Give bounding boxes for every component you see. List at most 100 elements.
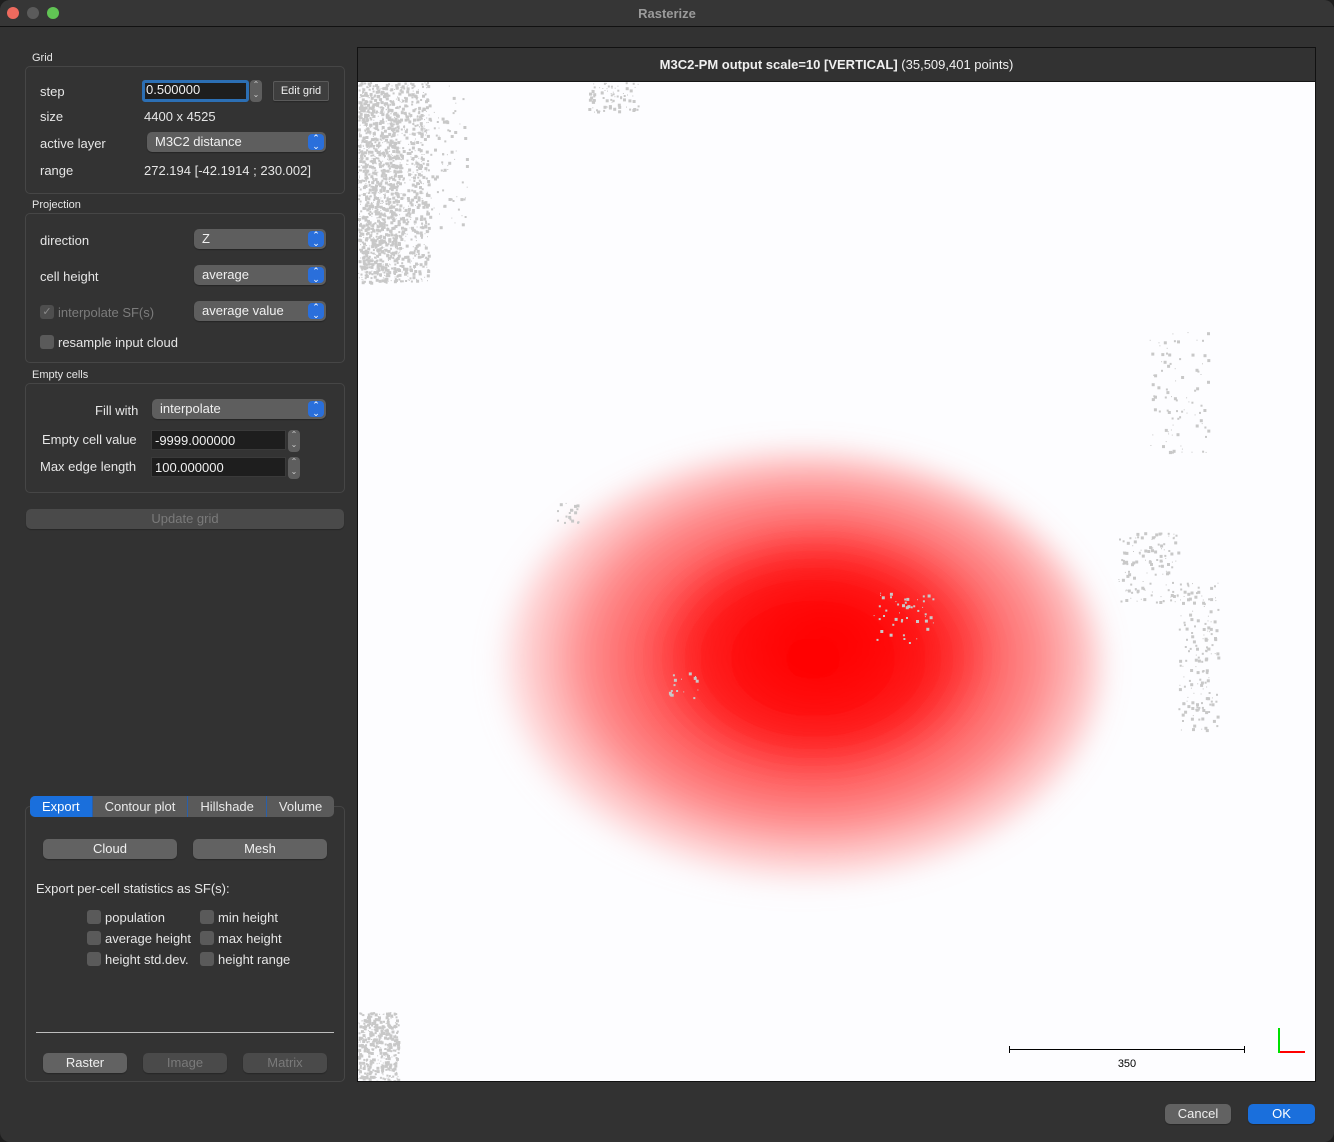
export-matrix-button[interactable]: Matrix [243,1053,327,1073]
empty-cell [1180,615,1182,617]
empty-cell [626,106,627,108]
export-cloud-button[interactable]: Cloud [43,839,177,859]
empty-cell [392,256,395,259]
step-input[interactable]: 0.500000 [142,80,249,102]
active-layer-select[interactable]: M3C2 distance ⌃ ⌄ [147,132,326,152]
empty-cell [363,281,365,283]
empty-cell [381,260,384,263]
empty-cell [1133,551,1134,552]
empty-cell-value-input[interactable]: -9999.000000 [151,430,286,450]
empty-cell [384,177,388,181]
empty-cell-value-stepper[interactable]: ⌃ ⌄ [288,430,300,452]
direction-select[interactable]: Z ⌃ ⌄ [194,229,326,249]
update-grid-button[interactable]: Update grid [26,509,344,529]
cell-height-select[interactable]: average ⌃ ⌄ [194,265,326,285]
empty-cell [433,207,435,209]
empty-cell [1150,445,1152,446]
empty-cell [370,127,372,129]
empty-cell [365,1019,369,1023]
empty-cell [361,1076,365,1080]
empty-cell [411,177,413,178]
empty-cell [416,169,419,172]
empty-cell [397,96,398,98]
empty-cell [425,110,427,112]
empty-cell [378,200,381,203]
empty-cell [370,112,373,115]
empty-cell [390,244,393,247]
tab-hillshade[interactable]: Hillshade [188,796,267,817]
empty-cell [407,279,409,281]
max-edge-length-input[interactable]: 100.000000 [151,457,286,477]
empty-cell [415,217,419,221]
empty-cell [367,1037,371,1041]
empty-cell [423,217,427,221]
max-height-checkbox[interactable] [200,931,214,945]
raster-canvas[interactable]: 350 [358,82,1315,1081]
max-edge-length-stepper[interactable]: ⌃ ⌄ [288,457,300,479]
empty-cell [612,91,614,93]
empty-cell [416,231,420,235]
height-range-checkbox[interactable] [200,952,214,966]
resample-checkbox[interactable] [40,335,54,349]
empty-cell [637,105,640,108]
empty-cell [1202,638,1204,640]
empty-cell [366,146,368,148]
empty-cell [396,1048,398,1050]
empty-cell [397,1076,399,1078]
min-height-checkbox[interactable] [200,910,214,924]
empty-cell [417,89,419,91]
empty-cell [385,83,389,87]
population-checkbox[interactable] [87,910,101,924]
empty-cell [1202,339,1204,342]
empty-cell [1192,715,1194,717]
empty-cell [383,247,385,249]
interpolate-sf-select[interactable]: average value ⌃ ⌄ [194,301,326,321]
step-stepper[interactable]: ⌃ ⌄ [250,80,262,102]
tab-contour-plot[interactable]: Contour plot [93,796,189,817]
empty-cell [405,244,409,248]
empty-cell [359,216,361,217]
empty-cell [382,160,384,162]
ok-button[interactable]: OK [1248,1104,1315,1124]
empty-cell [421,183,423,184]
empty-cell [1207,332,1210,336]
empty-cell [427,121,429,123]
empty-cell [360,210,363,213]
export-raster-button[interactable]: Raster [43,1053,127,1073]
empty-cell [1172,333,1174,335]
empty-cell [672,674,675,677]
empty-cell [1165,441,1167,443]
empty-cell [375,268,377,270]
empty-cell [386,153,388,155]
edit-grid-button[interactable]: Edit grid [273,81,329,101]
empty-cell [359,188,362,191]
export-image-button[interactable]: Image [143,1053,227,1073]
empty-cell [387,216,391,220]
cancel-button[interactable]: Cancel [1165,1104,1231,1124]
empty-cell [389,1070,391,1072]
height-std-dev-checkbox[interactable] [87,952,101,966]
empty-cell [1142,581,1144,582]
empty-cell [381,224,384,227]
empty-cell [358,1048,362,1052]
average-height-checkbox[interactable] [87,931,101,945]
empty-cell [1186,700,1188,702]
interpolate-sf-checkbox[interactable]: ✓ [40,305,54,319]
empty-cell [448,161,452,165]
empty-cell [421,171,423,173]
empty-cell [376,225,380,229]
empty-cell [421,280,423,282]
empty-cell [1125,589,1127,591]
empty-cell [695,676,696,677]
empty-cell [363,155,366,158]
empty-cell [1206,686,1208,688]
empty-cell [368,1065,372,1069]
export-mesh-button[interactable]: Mesh [193,839,327,859]
empty-cell [411,210,415,214]
tab-export[interactable]: Export [30,796,93,817]
fill-with-select[interactable]: interpolate ⌃ ⌄ [152,399,326,419]
empty-cell [1207,380,1210,384]
empty-cell [902,604,905,608]
tab-volume[interactable]: Volume [267,796,334,817]
empty-cell [1118,580,1120,582]
